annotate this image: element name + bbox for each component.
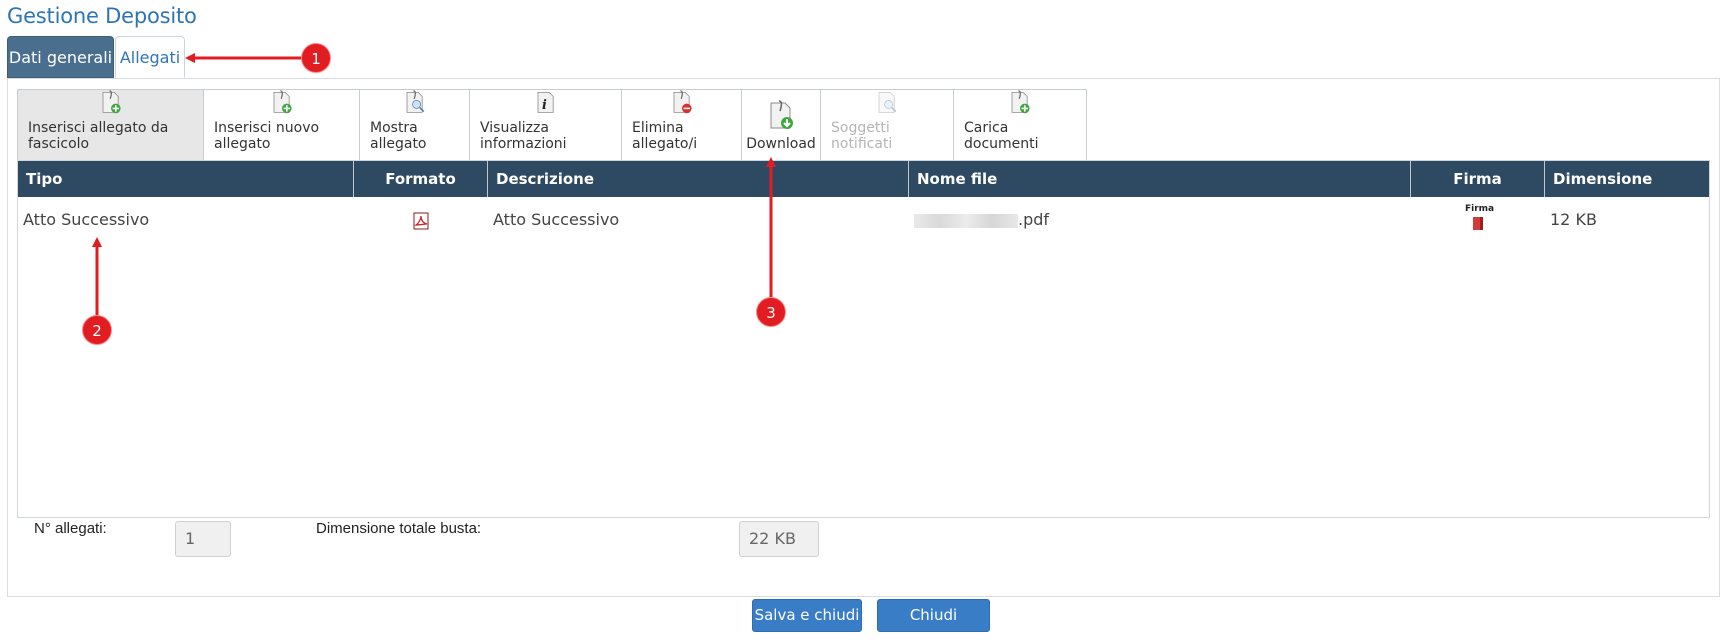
n-allegati-label: N° allegati: (34, 520, 107, 537)
notified-subjects-icon (878, 92, 897, 113)
table-row[interactable]: Atto Successivo Atto Successivo .pdf Fir… (18, 197, 1709, 243)
signature-icon: Firma (1465, 204, 1494, 232)
download-button[interactable]: Download (742, 90, 821, 160)
page-title: Gestione Deposito (7, 4, 197, 28)
toolbar-label: Soggetti notificati (831, 120, 893, 152)
add-from-folder-icon (102, 90, 121, 114)
annotation-badge-1: 1 (301, 43, 331, 73)
grid-header: Tipo Formato Descrizione Nome file Firma… (18, 161, 1709, 197)
toolbar-label: Inserisci nuovo allegato (214, 120, 320, 152)
view-info-button[interactable]: i Visualizza informazioni (470, 90, 622, 160)
toolbar-label: Inserisci allegato da fascicolo (28, 120, 169, 152)
annotation-badge-2: 2 (82, 315, 112, 345)
column-header-nome-file[interactable]: Nome file (909, 161, 1411, 197)
svg-text:i: i (542, 98, 547, 113)
toolbar-label: Carica documenti (964, 120, 1039, 152)
cell-nome-file: .pdf (909, 197, 1411, 243)
delete-attachment-icon (673, 90, 692, 114)
insert-from-folder-button[interactable]: Inserisci allegato da fascicolo (18, 90, 204, 160)
attachments-grid: Tipo Formato Descrizione Nome file Firma… (17, 160, 1710, 518)
filename-extension: .pdf (1018, 210, 1050, 229)
toolbar-label: Mostra allegato (370, 120, 427, 152)
column-header-formato[interactable]: Formato (354, 161, 488, 197)
download-icon (770, 100, 793, 129)
pdf-icon (413, 212, 429, 229)
upload-documents-button[interactable]: Carica documenti (954, 90, 1086, 160)
cell-dimensione: 12 KB (1550, 210, 1597, 229)
tab-dati-generali[interactable]: Dati generali (7, 36, 114, 78)
toolbar-label: Visualizza informazioni (480, 120, 567, 152)
column-header-tipo[interactable]: Tipo (18, 161, 354, 197)
annotation-badge-3: 3 (756, 297, 786, 327)
close-button[interactable]: Chiudi (877, 599, 990, 632)
upload-documents-icon (1011, 90, 1030, 114)
cell-tipo: Atto Successivo (23, 210, 150, 229)
show-attachment-button[interactable]: Mostra allegato (360, 90, 470, 160)
total-size-label: Dimensione totale busta: (316, 520, 482, 537)
add-attachment-icon (273, 90, 292, 114)
column-header-descrizione[interactable]: Descrizione (488, 161, 909, 197)
info-icon: i (537, 92, 554, 113)
cell-firma[interactable]: Firma (1411, 197, 1545, 243)
save-and-close-button[interactable]: Salva e chiudi (752, 599, 862, 632)
insert-new-attachment-button[interactable]: Inserisci nuovo allegato (204, 90, 360, 160)
toolbar-label: Elimina allegato/i (632, 120, 698, 152)
delete-attachment-button[interactable]: Elimina allegato/i (622, 90, 742, 160)
attachments-toolbar: Inserisci allegato da fascicolo Inserisc… (17, 89, 1087, 161)
n-allegati-field: 1 (175, 521, 231, 557)
column-header-dimensione[interactable]: Dimensione (1545, 161, 1711, 197)
redacted-filename (914, 213, 1018, 228)
total-size-field: 22 KB (739, 521, 819, 557)
column-header-firma[interactable]: Firma (1411, 161, 1545, 197)
view-attachment-icon (406, 90, 424, 113)
notified-subjects-button[interactable]: Soggetti notificati (821, 90, 954, 160)
toolbar-label: Download (746, 136, 816, 152)
tab-allegati[interactable]: Allegati (115, 36, 185, 78)
cell-descrizione: Atto Successivo (493, 210, 620, 229)
cell-formato[interactable] (354, 197, 488, 243)
